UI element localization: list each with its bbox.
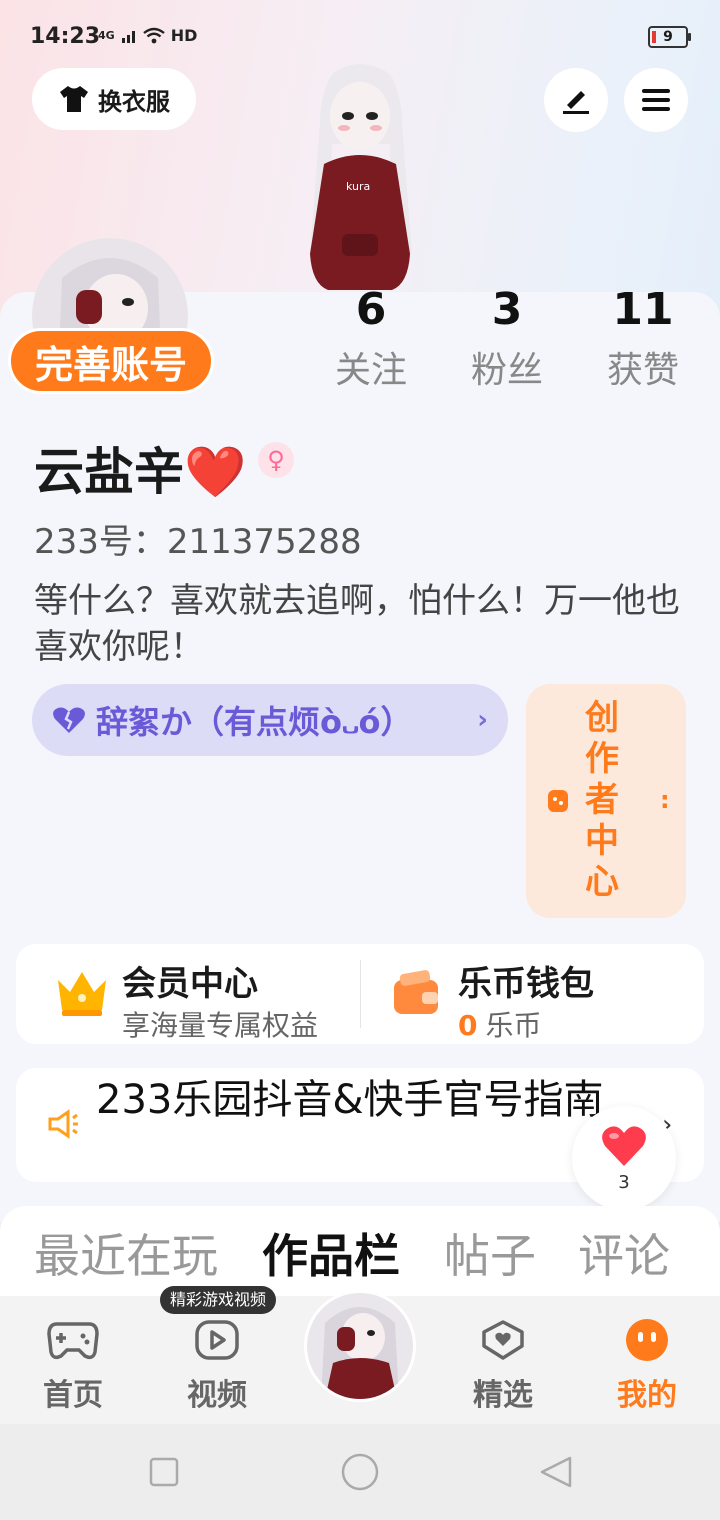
gamepad-icon xyxy=(548,790,568,812)
nav-mine-label: 我的 xyxy=(617,1378,677,1413)
tab-recently-played[interactable]: 最近在玩 xyxy=(34,1220,218,1286)
broken-heart-icon xyxy=(53,707,85,733)
menu-button[interactable] xyxy=(624,68,688,132)
stat-likes[interactable]: 11 获赞 xyxy=(578,284,708,393)
floating-like-button[interactable]: 3 xyxy=(572,1106,676,1210)
complete-account-button[interactable]: 完善账号 xyxy=(8,328,214,394)
username: 云盐辛❤️ xyxy=(34,443,247,501)
wallet-balance: 0 乐币 xyxy=(458,1004,542,1044)
gamepad-icon xyxy=(47,1322,99,1360)
svg-text:kura: kura xyxy=(346,180,370,193)
home-icon[interactable] xyxy=(340,1452,380,1492)
profile-face-icon xyxy=(626,1319,668,1361)
wifi-icon xyxy=(142,27,165,43)
wallet-title: 乐币钱包 xyxy=(458,964,594,1004)
nav-video[interactable]: 视频 xyxy=(162,1318,272,1414)
center-avatar-button[interactable] xyxy=(304,1290,416,1402)
member-center-subtitle: 享海量专属权益 xyxy=(122,1009,319,1042)
pen-icon xyxy=(563,91,589,114)
wallet-unit: 乐币 xyxy=(485,1009,542,1042)
announcement-text: 233乐园抖音&快手官号指南 xyxy=(96,1077,604,1123)
nav-home[interactable]: 首页 xyxy=(18,1318,128,1414)
stat-likes-label: 获赞 xyxy=(606,350,679,391)
tab-works[interactable]: 作品栏 xyxy=(262,1220,400,1286)
chevron-right-icon: › xyxy=(477,705,488,735)
change-outfit-label: 换衣服 xyxy=(98,87,170,116)
recent-apps-icon[interactable] xyxy=(148,1456,180,1488)
nav-mine[interactable]: 我的 xyxy=(592,1318,702,1414)
stat-following[interactable]: 6 关注 xyxy=(306,284,436,393)
like-count: 3 xyxy=(618,1171,630,1193)
stat-following-label: 关注 xyxy=(334,350,407,391)
video-tooltip: 精彩游戏视频 xyxy=(160,1286,277,1314)
mood-status-button[interactable]: 辞絮か（有点烦ò᎑ó） › xyxy=(32,684,508,756)
heart-box-icon xyxy=(482,1320,524,1360)
user-id[interactable]: 233号：211375288 xyxy=(34,514,362,563)
nav-featured-label: 精选 xyxy=(473,1378,533,1413)
bio: 等什么？喜欢就去追啊，怕什么！万一他也喜欢你呢！ xyxy=(34,581,680,667)
tab-comments[interactable]: 评论 xyxy=(578,1220,670,1286)
stat-likes-count: 11 xyxy=(612,284,674,335)
stat-followers-label: 粉丝 xyxy=(470,350,543,391)
member-center-title: 会员中心 xyxy=(122,964,258,1004)
shirt-icon xyxy=(60,86,88,112)
signal-icon xyxy=(121,30,135,43)
edit-button[interactable] xyxy=(544,68,608,132)
stat-following-count: 6 xyxy=(355,284,387,335)
divider xyxy=(360,960,361,1028)
hd-label: HD xyxy=(170,26,198,45)
back-icon[interactable] xyxy=(538,1454,574,1490)
creator-center-label: 创作者中心 xyxy=(585,698,619,902)
tab-posts[interactable]: 帖子 xyxy=(444,1220,536,1286)
stat-followers[interactable]: 3 粉丝 xyxy=(442,284,572,393)
stat-followers-count: 3 xyxy=(491,284,523,335)
more-icon: : xyxy=(660,786,670,814)
avatar-character[interactable]: kura xyxy=(262,54,458,294)
menu-icon xyxy=(642,89,670,111)
wallet-amount: 0 xyxy=(458,1009,478,1042)
status-time: 14:23 xyxy=(30,24,101,49)
status-icons: 4G HD xyxy=(98,26,197,45)
video-play-icon xyxy=(195,1320,239,1360)
female-icon: ♀ xyxy=(258,442,294,478)
nav-video-label: 视频 xyxy=(187,1378,247,1413)
nav-home-label: 首页 xyxy=(43,1378,103,1413)
nav-featured[interactable]: 精选 xyxy=(448,1318,558,1414)
heart-icon xyxy=(602,1125,646,1166)
network-label: 4G xyxy=(98,29,115,42)
battery-indicator: 9 xyxy=(648,26,691,48)
mood-text: 辞絮か（有点烦ò᎑ó） xyxy=(96,702,413,741)
change-outfit-button[interactable]: 换衣服 xyxy=(32,68,196,130)
megaphone-icon xyxy=(48,1109,78,1139)
